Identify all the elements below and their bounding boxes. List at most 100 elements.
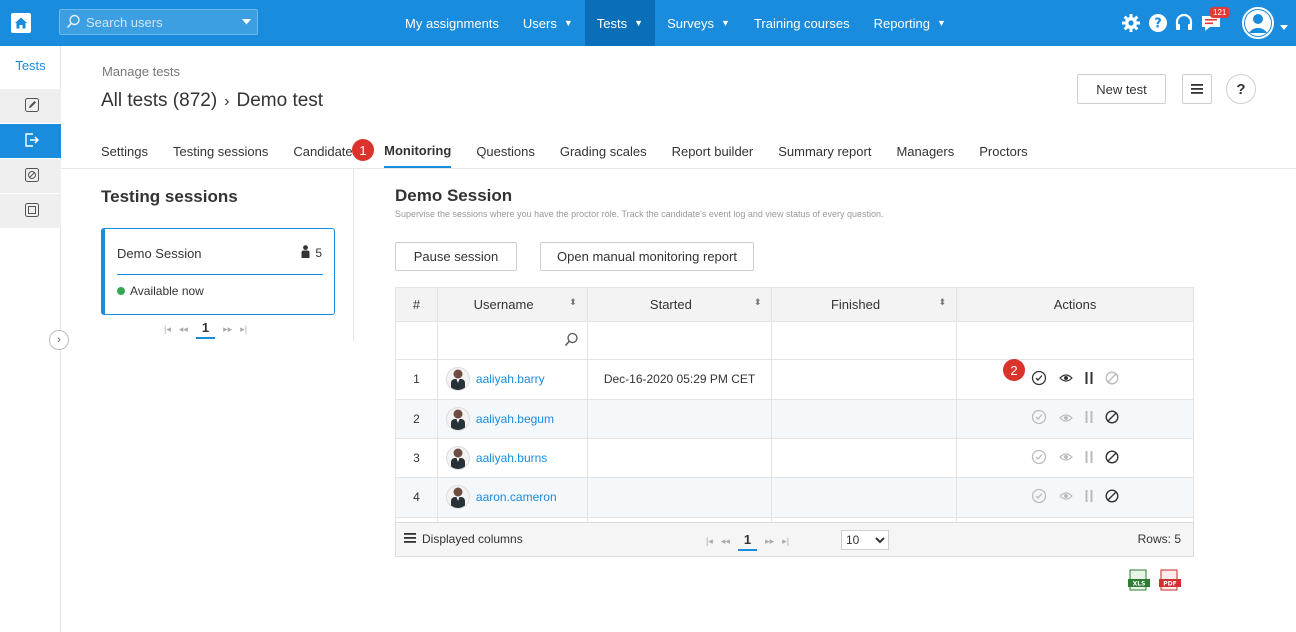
prev-page-icon[interactable]: ◂◂: [721, 536, 730, 547]
tab-managers[interactable]: Managers: [896, 134, 954, 168]
username-link[interactable]: aaliyah.burns: [438, 446, 587, 471]
search-dropdown-caret-icon[interactable]: [235, 10, 257, 34]
nav-item-training-courses[interactable]: Training courses: [742, 0, 862, 46]
view-eye-icon[interactable]: [1059, 412, 1073, 426]
username-cell[interactable]: aaron.cameron: [436, 477, 588, 518]
prev-page-icon[interactable]: ◂◂: [179, 324, 188, 335]
help-icon[interactable]: ?: [1148, 13, 1168, 36]
block-icon[interactable]: [1105, 450, 1119, 467]
breadcrumb-separator: ›: [224, 93, 230, 110]
tab-candidates[interactable]: Candidates: [293, 134, 359, 168]
exit-icon: [25, 132, 39, 150]
filter-cell: [395, 320, 438, 361]
username-text[interactable]: aaron.cameron: [476, 490, 557, 504]
user-menu-caret-icon[interactable]: [1280, 19, 1288, 34]
tab-testing-sessions[interactable]: Testing sessions: [173, 134, 268, 168]
tab-questions[interactable]: Questions: [476, 134, 535, 168]
filter-cell: [956, 320, 1194, 361]
sessions-current-page[interactable]: 1: [195, 320, 216, 339]
nav-item-users[interactable]: Users ▼: [511, 0, 585, 46]
export-xls-icon[interactable]: XLS: [1128, 569, 1150, 591]
headset-icon[interactable]: [1174, 13, 1194, 36]
first-page-icon[interactable]: |◂: [706, 536, 713, 547]
block-icon[interactable]: [1105, 371, 1119, 388]
list-menu-button[interactable]: [1182, 74, 1212, 104]
new-test-button[interactable]: New test: [1077, 74, 1166, 104]
rail-title[interactable]: Tests: [0, 58, 61, 73]
event-log-check-icon[interactable]: [1031, 409, 1047, 428]
session-card[interactable]: Demo Session 5 Available now: [101, 228, 335, 315]
nav-item-my-assignments[interactable]: My assignments: [393, 0, 511, 46]
export-pdf-icon[interactable]: PDF: [1159, 569, 1181, 591]
username-cell[interactable]: aaliyah.begum: [436, 398, 588, 439]
rail-monitoring[interactable]: [0, 124, 61, 158]
nav-item-tests[interactable]: Tests ▼: [584, 0, 656, 46]
event-log-check-icon[interactable]: [1031, 370, 1047, 389]
page-help-button[interactable]: ?: [1226, 74, 1256, 104]
next-page-icon[interactable]: ▸▸: [223, 324, 232, 335]
tab-summary-report[interactable]: Summary report: [778, 134, 871, 168]
displayed-columns-button[interactable]: Displayed columns: [404, 532, 523, 546]
pause-icon[interactable]: [1085, 489, 1093, 505]
username-link[interactable]: aaliyah.begum: [438, 406, 587, 431]
block-icon[interactable]: [1105, 410, 1119, 427]
breadcrumb-all-tests[interactable]: All tests (872): [101, 90, 217, 111]
column-divider: [353, 169, 354, 341]
tab-proctors[interactable]: Proctors: [979, 134, 1027, 168]
username-link[interactable]: aaliyah.barry: [438, 367, 587, 392]
pause-session-button[interactable]: Pause session: [395, 242, 517, 271]
col-header-username[interactable]: Username ⬍: [436, 287, 588, 322]
gear-icon[interactable]: [1121, 13, 1141, 36]
last-page-icon[interactable]: ▸|: [240, 324, 247, 335]
session-card-status: Available now: [117, 284, 204, 298]
username-cell[interactable]: aaliyah.barry: [436, 359, 588, 400]
top-right-icons: ? 121: [1116, 0, 1296, 46]
sort-icon[interactable]: ⬍: [939, 297, 947, 308]
col-header-started[interactable]: Started ⬍: [586, 287, 773, 322]
chevron-down-icon: ▼: [563, 18, 573, 28]
view-eye-icon[interactable]: [1059, 490, 1073, 504]
sort-icon[interactable]: ⬍: [569, 297, 577, 308]
view-eye-icon[interactable]: [1059, 372, 1073, 386]
rail-edit[interactable]: [0, 89, 61, 123]
tab-report-builder[interactable]: Report builder: [672, 134, 754, 168]
event-log-check-icon[interactable]: [1031, 449, 1047, 468]
username-filter[interactable]: [436, 320, 588, 361]
username-text[interactable]: aaliyah.barry: [476, 372, 545, 386]
user-avatar-icon[interactable]: [1241, 6, 1275, 43]
actions-cell: [956, 437, 1194, 479]
rail-block[interactable]: [0, 159, 61, 193]
search-users-input[interactable]: [86, 13, 226, 31]
open-monitoring-report-button[interactable]: Open manual monitoring report: [540, 242, 754, 271]
username-text[interactable]: aaliyah.burns: [476, 451, 547, 465]
block-icon[interactable]: [1105, 489, 1119, 506]
filter-search-icon[interactable]: [564, 332, 579, 350]
username-cell[interactable]: aaliyah.burns: [436, 437, 588, 479]
pause-icon[interactable]: [1085, 450, 1093, 466]
home-icon[interactable]: [6, 8, 36, 38]
tab-grading-scales[interactable]: Grading scales: [560, 134, 647, 168]
event-log-check-icon[interactable]: [1031, 488, 1047, 507]
username-text[interactable]: aaliyah.begum: [476, 412, 554, 426]
first-page-icon[interactable]: |◂: [164, 324, 171, 335]
page-size-select[interactable]: 10: [841, 530, 889, 550]
view-eye-icon[interactable]: [1059, 451, 1073, 465]
last-page-icon[interactable]: ▸|: [782, 536, 789, 547]
grid-current-page[interactable]: 1: [737, 532, 758, 551]
rail-expand-chevron-icon[interactable]: ›: [49, 330, 69, 350]
table-row: 1 aaliyah.barry Dec-16-2020 05:29 PM CET: [395, 359, 1194, 400]
tab-settings[interactable]: Settings: [101, 134, 148, 168]
nav-item-label: My assignments: [405, 15, 499, 31]
username-link[interactable]: aaron.cameron: [438, 485, 587, 510]
session-title: Demo Session: [395, 186, 513, 205]
next-page-icon[interactable]: ▸▸: [765, 536, 774, 547]
nav-item-surveys[interactable]: Surveys ▼: [655, 0, 742, 46]
col-header-finished[interactable]: Finished ⬍: [771, 287, 958, 322]
col-header-actions: Actions: [956, 287, 1194, 322]
sort-icon[interactable]: ⬍: [754, 297, 762, 308]
nav-item-reporting[interactable]: Reporting ▼: [862, 0, 958, 46]
rail-archive[interactable]: [0, 194, 61, 228]
pause-icon[interactable]: [1085, 371, 1093, 387]
pause-icon[interactable]: [1085, 411, 1093, 426]
tab-monitoring[interactable]: Monitoring: [384, 134, 452, 168]
